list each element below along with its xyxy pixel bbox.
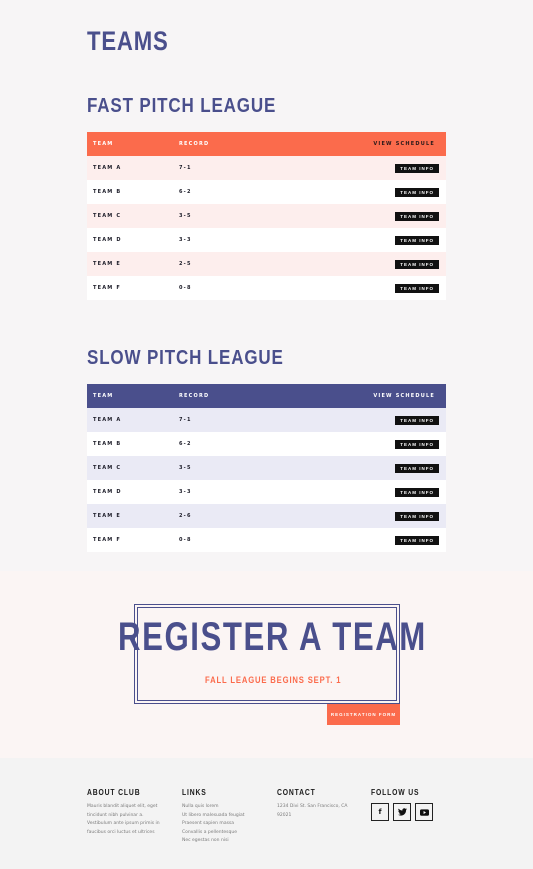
register-subtitle: FALL LEAGUE BEGINS SEPT. 1	[205, 675, 342, 685]
footer-link[interactable]: Praesent sapien massa	[182, 820, 245, 829]
team-name: TEAM D	[93, 489, 122, 495]
team-record: 6-2	[179, 441, 192, 447]
footer-link[interactable]: Nec egestas non nisi	[182, 837, 245, 846]
team-name: TEAM E	[93, 513, 122, 519]
table-header: TEAM RECORD VIEW SCHEDULE	[87, 384, 446, 408]
team-info-button[interactable]: TEAM INFO	[395, 259, 439, 269]
team-info-button[interactable]: TEAM INFO	[395, 211, 439, 221]
slow-pitch-table: TEAM RECORD VIEW SCHEDULE TEAM A 7-1 TEA…	[87, 384, 446, 552]
footer-about-line: tincidunt nibh pulvinar a.	[87, 812, 144, 818]
footer-about-heading: ABOUT CLUB	[87, 788, 141, 797]
team-record: 6-2	[179, 189, 192, 195]
youtube-icon[interactable]	[415, 803, 433, 821]
team-name: TEAM B	[93, 189, 122, 195]
header-record: RECORD	[179, 141, 210, 147]
team-info-button[interactable]: TEAM INFO	[395, 487, 439, 497]
footer-contact-line: 92021	[277, 812, 292, 818]
registration-form-button[interactable]: REGISTRATION FORM	[327, 704, 400, 725]
footer-contact-heading: CONTACT	[277, 788, 316, 797]
register-section: REGISTER A TEAM FALL LEAGUE BEGINS SEPT.…	[0, 571, 533, 758]
team-name: TEAM F	[93, 537, 122, 543]
table-row: TEAM C 3-5 TEAM INFO	[87, 456, 446, 480]
team-name: TEAM F	[93, 285, 122, 291]
team-info-button[interactable]: TEAM INFO	[395, 187, 439, 197]
header-record: RECORD	[179, 393, 210, 399]
footer-link[interactable]: Convallis a pellentesque	[182, 829, 245, 838]
team-info-button[interactable]: TEAM INFO	[395, 535, 439, 545]
team-name: TEAM C	[93, 465, 122, 471]
team-record: 0-8	[179, 285, 192, 291]
team-info-button[interactable]: TEAM INFO	[395, 163, 439, 173]
fast-pitch-title: FAST PITCH LEAGUE	[87, 95, 277, 117]
table-row: TEAM A 7-1 TEAM INFO	[87, 408, 446, 432]
footer-about-line: Mauris blandit aliquet elit, eget	[87, 804, 158, 809]
slow-pitch-title: SLOW PITCH LEAGUE	[87, 347, 284, 369]
team-name: TEAM C	[93, 213, 122, 219]
footer-link[interactable]: Ut libero malesuada feugiat	[182, 812, 245, 821]
register-title: REGISTER A TEAM	[118, 615, 427, 659]
team-name: TEAM A	[93, 165, 122, 171]
view-schedule-link[interactable]: VIEW SCHEDULE	[299, 393, 446, 399]
team-name: TEAM A	[93, 417, 122, 423]
team-record: 7-1	[179, 417, 192, 423]
table-row: TEAM D 3-3 TEAM INFO	[87, 480, 446, 504]
table-row: TEAM E 2-5 TEAM INFO	[87, 252, 446, 276]
footer-follow-heading: FOLLOW US	[371, 788, 420, 797]
team-record: 0-8	[179, 537, 192, 543]
table-row: TEAM F 0-8 TEAM INFO	[87, 276, 446, 300]
team-record: 2-6	[179, 513, 192, 519]
header-team: TEAM	[93, 141, 114, 147]
facebook-icon[interactable]: f	[371, 803, 389, 821]
footer-about-line: Vestibulum ante ipsum primis in	[87, 821, 160, 826]
footer-about: ABOUT CLUB Mauris blandit aliquet elit, …	[87, 788, 160, 837]
team-record: 3-5	[179, 213, 192, 219]
team-info-button[interactable]: TEAM INFO	[395, 415, 439, 425]
team-info-button[interactable]: TEAM INFO	[395, 283, 439, 293]
team-name: TEAM E	[93, 261, 122, 267]
team-record: 2-5	[179, 261, 192, 267]
header-team: TEAM	[93, 393, 114, 399]
table-row: TEAM A 7-1 TEAM INFO	[87, 156, 446, 180]
view-schedule-link[interactable]: VIEW SCHEDULE	[299, 141, 446, 147]
footer: ABOUT CLUB Mauris blandit aliquet elit, …	[0, 758, 533, 869]
footer-about-line: faucibus orci luctus et ultrices	[87, 829, 155, 835]
footer-links-heading: LINKS	[182, 788, 207, 797]
footer-links: LINKS Nulla quis lorem Ut libero malesua…	[182, 788, 245, 846]
table-row: TEAM F 0-8 TEAM INFO	[87, 528, 446, 552]
table-row: TEAM B 6-2 TEAM INFO	[87, 180, 446, 204]
footer-contact-line: 1234 Divi St. San Francisco, CA	[277, 804, 348, 809]
page-title: TEAMS	[87, 26, 169, 56]
team-record: 3-5	[179, 465, 192, 471]
team-name: TEAM B	[93, 441, 122, 447]
footer-link[interactable]: Nulla quis lorem	[182, 803, 245, 812]
team-info-button[interactable]: TEAM INFO	[395, 235, 439, 245]
table-row: TEAM C 3-5 TEAM INFO	[87, 204, 446, 228]
team-info-button[interactable]: TEAM INFO	[395, 463, 439, 473]
team-name: TEAM D	[93, 237, 122, 243]
table-row: TEAM D 3-3 TEAM INFO	[87, 228, 446, 252]
table-row: TEAM B 6-2 TEAM INFO	[87, 432, 446, 456]
team-info-button[interactable]: TEAM INFO	[395, 439, 439, 449]
team-record: 3-3	[179, 237, 192, 243]
twitter-icon[interactable]	[393, 803, 411, 821]
footer-contact: CONTACT 1234 Divi St. San Francisco, CA …	[277, 788, 347, 820]
team-record: 7-1	[179, 165, 192, 171]
fast-pitch-table: TEAM RECORD VIEW SCHEDULE TEAM A 7-1 TEA…	[87, 132, 446, 300]
team-info-button[interactable]: TEAM INFO	[395, 511, 439, 521]
table-header: TEAM RECORD VIEW SCHEDULE	[87, 132, 446, 156]
footer-follow: FOLLOW US f	[371, 788, 433, 821]
team-record: 3-3	[179, 489, 192, 495]
table-row: TEAM E 2-6 TEAM INFO	[87, 504, 446, 528]
